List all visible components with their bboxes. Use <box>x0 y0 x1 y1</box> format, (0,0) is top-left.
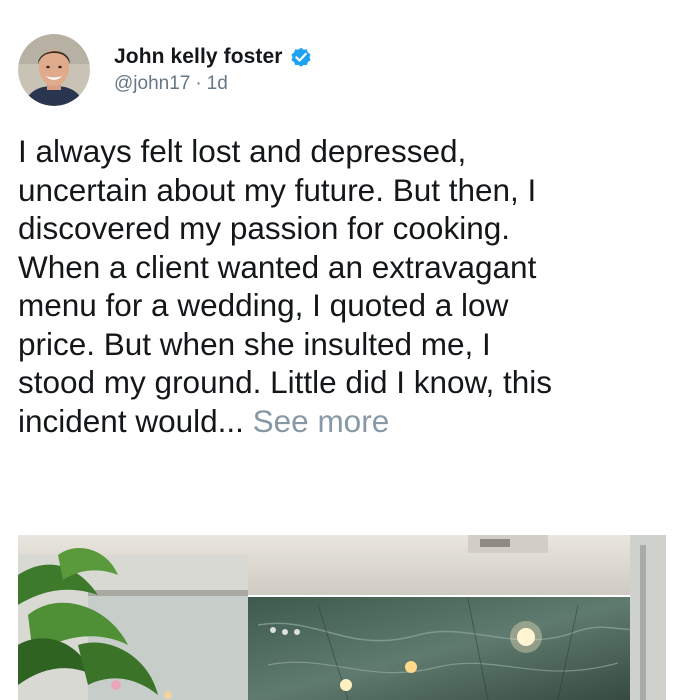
verified-badge-icon <box>289 45 313 69</box>
name-row: John kelly foster <box>114 45 313 69</box>
avatar[interactable] <box>18 34 90 106</box>
tweet-photo[interactable] <box>18 535 666 700</box>
tweet-timestamp[interactable]: 1d <box>207 73 228 95</box>
meta-separator: · <box>195 73 202 94</box>
tweet-card: John kelly foster @john17 · 1d I always … <box>0 0 700 700</box>
tweet-body: I always felt lost and depressed, uncert… <box>18 133 553 439</box>
author-name[interactable]: John kelly foster <box>114 45 283 69</box>
tweet-header: John kelly foster @john17 · 1d <box>18 34 313 106</box>
tweet-text: I always felt lost and depressed, uncert… <box>18 132 688 440</box>
author-handle[interactable]: @john17 <box>114 73 190 95</box>
see-more-link[interactable]: See more <box>244 403 390 439</box>
author-info: John kelly foster @john17 · 1d <box>114 45 313 95</box>
author-meta: @john17 · 1d <box>114 73 313 95</box>
